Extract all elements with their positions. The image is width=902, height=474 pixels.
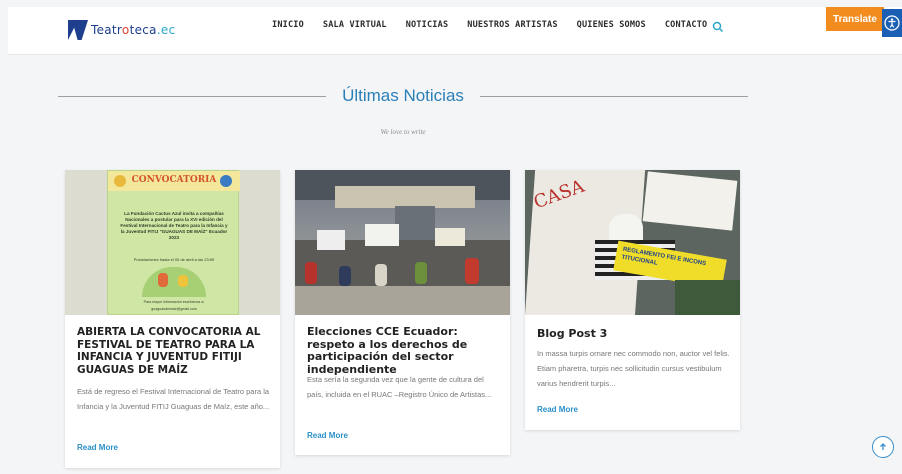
nav-contacto[interactable]: CONTACTO bbox=[665, 20, 708, 30]
read-more-link[interactable]: Read More bbox=[537, 405, 578, 414]
main-nav: INICIO SALA VIRTUAL NOTICIAS NUESTROS AR… bbox=[272, 20, 726, 30]
card-excerpt: In massa turpis ornare nec commodo non, … bbox=[537, 349, 730, 388]
poster-body: La Fundación Cactus Azul invita a compañ… bbox=[120, 211, 228, 240]
card-image-sign[interactable]: CASA REGLAMENTO FEI E INCONS TITUCIONAL bbox=[525, 170, 740, 315]
poster-logo-icon bbox=[220, 175, 232, 187]
arrow-up-icon bbox=[880, 443, 886, 450]
top-navbar: Teatroteca.ec bbox=[8, 7, 902, 55]
nav-noticias[interactable]: NOTICIAS bbox=[406, 20, 449, 30]
scroll-to-top-button[interactable] bbox=[872, 436, 894, 458]
poster-deadline: Postulaciones hasta el 05 de abril a las… bbox=[133, 257, 215, 262]
news-card-1: CONVOCATORIA La Fundación Cactus Azul in… bbox=[65, 170, 280, 468]
poster-illustration bbox=[142, 267, 206, 297]
card-image-poster[interactable]: CONVOCATORIA La Fundación Cactus Azul in… bbox=[65, 170, 280, 315]
accessibility-icon bbox=[884, 15, 900, 31]
logo-mark-icon bbox=[68, 20, 88, 40]
translate-button[interactable]: Translate bbox=[826, 7, 884, 31]
news-card-2: Elecciones CCE Ecuador: respeto a los de… bbox=[295, 170, 510, 455]
card-image-protest[interactable] bbox=[295, 170, 510, 315]
read-more-link[interactable]: Read More bbox=[307, 431, 348, 440]
poster-email: guaguasdemaiz@gmail.com bbox=[151, 307, 197, 311]
title-divider-right bbox=[480, 96, 748, 97]
card-title[interactable]: ABIERTA LA CONVOCATORIA AL FESTIVAL DE T… bbox=[77, 326, 267, 376]
section-title: Últimas Noticias bbox=[342, 86, 464, 105]
card-title[interactable]: Blog Post 3 bbox=[537, 327, 727, 341]
nav-quienes-somos[interactable]: QUIENES SOMOS bbox=[577, 20, 646, 30]
card-excerpt: Está de regreso el Festival Internaciona… bbox=[77, 387, 270, 411]
site-logo[interactable]: Teatroteca.ec bbox=[68, 20, 176, 40]
title-divider-left bbox=[58, 96, 326, 97]
poster-footer: Para mayor información escríbenos a: bbox=[143, 300, 205, 304]
nav-inicio[interactable]: INICIO bbox=[272, 20, 304, 30]
nav-sala-virtual[interactable]: SALA VIRTUAL bbox=[323, 20, 387, 30]
read-more-link[interactable]: Read More bbox=[77, 443, 118, 452]
news-card-3: CASA REGLAMENTO FEI E INCONS TITUCIONAL … bbox=[525, 170, 740, 430]
card-excerpt: Esta sería la segunda vez que la gente d… bbox=[307, 375, 492, 399]
logo-text: Teatroteca.ec bbox=[91, 23, 176, 37]
section-subtitle: We love to write bbox=[380, 128, 426, 136]
nav-nuestros-artistas[interactable]: NUESTROS ARTISTAS bbox=[467, 20, 557, 30]
search-icon[interactable] bbox=[712, 20, 724, 33]
card-title[interactable]: Elecciones CCE Ecuador: respeto a los de… bbox=[307, 325, 497, 376]
poster-sun-icon bbox=[114, 175, 126, 187]
accessibility-button[interactable] bbox=[882, 9, 902, 37]
